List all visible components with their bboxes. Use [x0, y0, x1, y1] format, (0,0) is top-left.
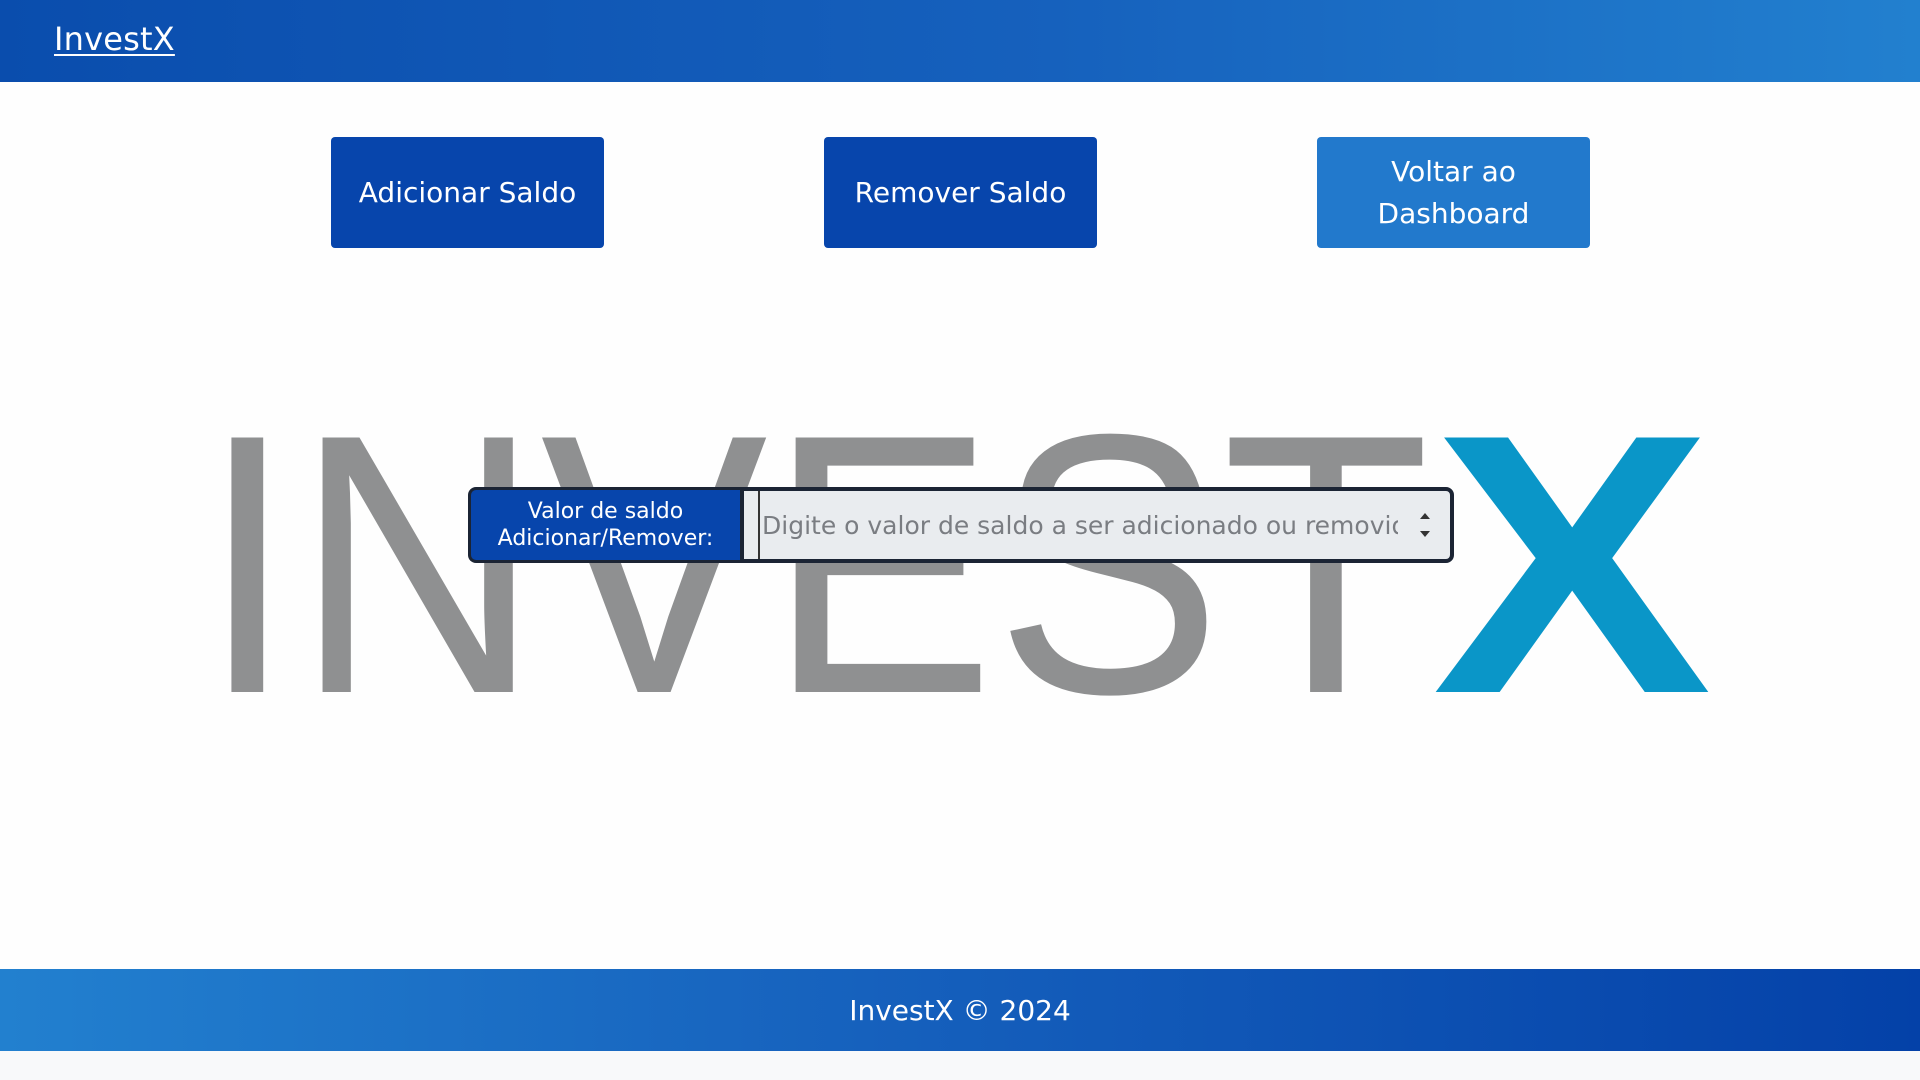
- page-bottom-strip: [0, 1051, 1920, 1080]
- label-line2: Adicionar/Remover:: [497, 526, 714, 551]
- back-to-dashboard-label: Voltar ao Dashboard: [1378, 151, 1530, 235]
- balance-amount-input[interactable]: [758, 491, 1398, 559]
- balance-form-group: Valor de saldo Adicionar/Remover:: [468, 487, 1454, 563]
- logo-text-x: X: [1432, 392, 1714, 732]
- add-balance-button[interactable]: Adicionar Saldo: [331, 137, 604, 248]
- footer-copyright: InvestX © 2024: [849, 993, 1071, 1027]
- add-balance-label: Adicionar Saldo: [358, 175, 577, 209]
- remove-balance-button[interactable]: Remover Saldo: [824, 137, 1097, 248]
- footer: InvestX © 2024: [0, 969, 1920, 1051]
- back-label-line1: Voltar ao: [1391, 154, 1516, 188]
- navbar: InvestX: [0, 0, 1920, 82]
- spinner-down-icon[interactable]: [1420, 531, 1430, 537]
- page: InvestX Adicionar Saldo Remover Saldo Vo…: [0, 0, 1920, 1080]
- remove-balance-label: Remover Saldo: [854, 175, 1067, 209]
- spinner-up-icon[interactable]: [1420, 513, 1430, 519]
- back-to-dashboard-button[interactable]: Voltar ao Dashboard: [1317, 137, 1590, 248]
- number-spinner[interactable]: [1416, 511, 1434, 539]
- brand-link[interactable]: InvestX: [54, 20, 175, 58]
- label-line1: Valor de saldo: [527, 499, 684, 524]
- balance-input-wrapper: [740, 487, 1454, 563]
- balance-amount-label: Valor de saldo Adicionar/Remover:: [468, 487, 740, 563]
- back-label-line2: Dashboard: [1377, 196, 1530, 230]
